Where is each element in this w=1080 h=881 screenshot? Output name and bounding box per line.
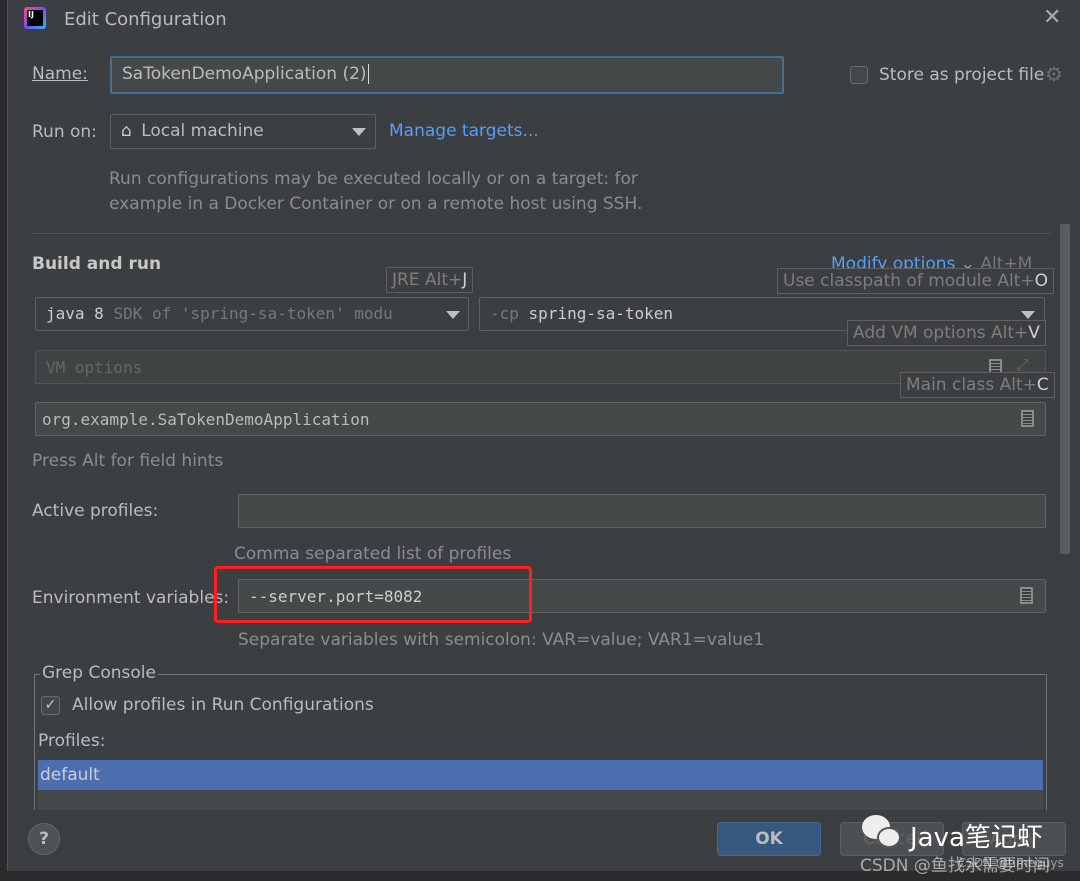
chevron-down-icon [352,128,366,136]
close-icon[interactable]: ✕ [1043,5,1061,30]
build-section-title: Build and run [32,254,162,274]
chevron-down-icon [1021,311,1035,319]
window-title: Edit Configuration [64,9,227,30]
allow-profiles-checkbox[interactable]: ✓ [41,696,60,715]
wechat-icon [862,815,906,853]
name-label: Name: [32,64,88,84]
app-logo-icon: IJ [24,7,46,29]
store-checkbox[interactable] [850,66,868,84]
vm-options-input[interactable]: VM options [35,350,1046,384]
active-profiles-input[interactable] [238,494,1046,528]
run-on-select[interactable]: ⌂ Local machine [110,114,376,149]
press-alt-hint: Press Alt for field hints [32,451,224,471]
active-profiles-label: Active profiles: [32,501,159,521]
help-button[interactable]: ? [28,823,60,855]
cp-value: spring-sa-token [528,304,674,323]
watermark-wechat: Java笔记虾 [910,823,1043,853]
active-profiles-hint: Comma separated list of profiles [234,544,512,564]
gear-icon[interactable]: ⚙ [1045,62,1063,86]
run-on-label: Run on: [32,122,97,142]
watermark-csdn-2: CSDN @timeguys [958,856,1064,870]
tooltip-main-class: Main class Alt+C [900,372,1055,398]
jre-value: java 8 [46,304,104,323]
editor-background-strip [0,0,8,881]
document-icon[interactable] [1021,410,1034,427]
jre-hint: SDK of 'spring-sa-token' modu [113,304,393,323]
tooltip-vm-options: Add VM options Alt+V [847,320,1046,346]
ok-button[interactable]: OK [717,822,821,856]
cp-prefix: -cp [490,304,519,323]
profiles-list-label: Profiles: [38,731,106,751]
name-input[interactable]: SaTokenDemoApplication (2) [110,56,784,94]
divider [32,233,1050,234]
profiles-list[interactable]: default [38,760,1043,810]
main-class-input[interactable]: org.example.SaTokenDemoApplication [35,402,1046,436]
tooltip-classpath: Use classpath of module Alt+O [777,268,1054,294]
store-label[interactable]: Store as project file [879,65,1044,85]
jre-select[interactable]: java 8 SDK of 'spring-sa-token' modu [35,297,469,331]
run-on-value: Local machine [141,121,264,141]
list-item[interactable]: default [38,760,1043,790]
name-value: SaTokenDemoApplication (2) [122,64,367,84]
run-on-description: Run configurations may be executed local… [109,169,643,214]
home-icon: ⌂ [121,121,132,141]
highlight-box [214,566,532,623]
scrollbar[interactable] [1060,224,1070,554]
allow-profiles-label[interactable]: Allow profiles in Run Configurations [72,695,374,715]
manage-targets-link[interactable]: Manage targets... [389,121,539,141]
env-label: Environment variables: [32,588,230,608]
tooltip-jre: JRE Alt+J [386,267,474,293]
document-icon[interactable] [1020,587,1033,604]
chevron-down-icon [446,311,460,319]
grep-console-title: Grep Console [40,663,158,683]
env-hint: Separate variables with semicolon: VAR=v… [238,630,765,650]
